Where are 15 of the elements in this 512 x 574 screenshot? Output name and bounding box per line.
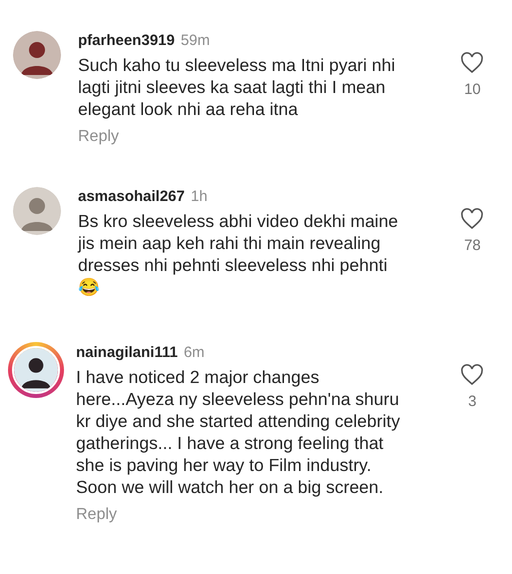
like-count: 78 — [464, 237, 481, 254]
comment-text: I have noticed 2 major changes here...Ayeza ny sleeveless pehn'na shuru kr diye and she started attending celebrity gatherings... I have a strong feeling that she is paving her way to Film industry. Soon we will watch her on a big screen. — [76, 366, 401, 498]
username[interactable]: nainagilani111 — [76, 344, 178, 361]
heart-icon[interactable] — [460, 208, 484, 230]
timestamp: 6m — [184, 344, 205, 361]
timestamp: 1h — [190, 188, 208, 205]
heart-icon[interactable] — [460, 52, 484, 74]
username[interactable]: asmasohail267 — [78, 188, 185, 205]
username[interactable]: pfarheen3919 — [78, 32, 175, 49]
timestamp: 59m — [180, 32, 210, 49]
comment-text: Bs kro sleeveless abhi video dekhi maine jis mein aap keh rahi thi main revealing dresses nhi pehnti sleeveless nhi pehnti 😂 — [78, 210, 400, 298]
like-count: 10 — [464, 81, 481, 98]
comment-text: Such kaho tu sleeveless ma Itni pyari nhi lagti jitni sleeves ka saat lagti thi I mean elegant look nhi aa reha itna — [78, 54, 396, 120]
heart-icon[interactable] — [460, 364, 484, 386]
like-count: 3 — [468, 393, 476, 410]
